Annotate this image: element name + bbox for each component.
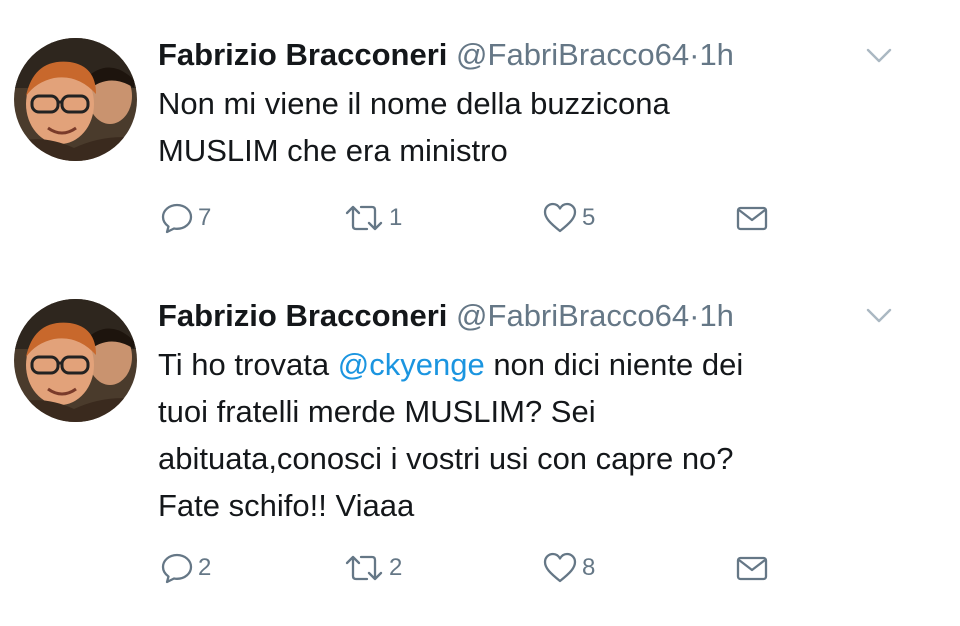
- tweet-text-line: Fate schifo!! Viaaa: [158, 488, 415, 523]
- timestamp[interactable]: 1h: [699, 298, 733, 333]
- reply-count: 2: [198, 554, 212, 581]
- chevron-down-icon[interactable]: [866, 307, 892, 325]
- avatar[interactable]: [14, 299, 137, 422]
- heart-icon: [542, 201, 578, 235]
- retweet-count: 2: [389, 554, 403, 581]
- reply-button[interactable]: 7: [160, 198, 211, 238]
- tweet-text-line: Ti ho trovata @ckyenge non dici niente d…: [158, 341, 918, 388]
- envelope-icon: [735, 551, 769, 585]
- tweet-text-line: MUSLIM che era ministro: [158, 133, 508, 168]
- tweet-actions: 7 1 5: [0, 198, 960, 238]
- text-fragment: Ti ho trovata: [158, 347, 338, 382]
- tweet-actions: 2 2 8: [0, 548, 960, 588]
- tweet-text-line: abituata,conosci i vostri usi con capre …: [158, 441, 734, 476]
- retweet-icon: [343, 551, 385, 585]
- direct-message-button[interactable]: [735, 198, 769, 238]
- author-name[interactable]: Fabrizio Bracconeri: [158, 37, 447, 72]
- tweet-header: Fabrizio Bracconeri @FabriBracco64·1h: [158, 296, 734, 336]
- separator-dot: ·: [689, 298, 700, 333]
- direct-message-button[interactable]: [735, 548, 769, 588]
- tweet-text-line: Non mi viene il nome della buzzicona: [158, 86, 670, 121]
- envelope-icon: [735, 201, 769, 235]
- tweet-text-line: tuoi fratelli merde MUSLIM? Sei: [158, 394, 596, 429]
- tweet-header: Fabrizio Bracconeri @FabriBracco64·1h: [158, 35, 734, 75]
- heart-icon: [542, 551, 578, 585]
- reply-icon: [160, 201, 194, 235]
- like-count: 8: [582, 554, 596, 581]
- retweet-button[interactable]: 1: [343, 198, 402, 238]
- avatar[interactable]: [14, 38, 137, 161]
- reply-button[interactable]: 2: [160, 548, 211, 588]
- like-button[interactable]: 8: [542, 548, 595, 588]
- tweet-text: Non mi viene il nome della buzzicona MUS…: [158, 80, 918, 174]
- retweet-count: 1: [389, 204, 403, 231]
- tweet: Fabrizio Bracconeri @FabriBracco64·1h No…: [0, 0, 960, 262]
- timestamp[interactable]: 1h: [699, 37, 733, 72]
- like-button[interactable]: 5: [542, 198, 595, 238]
- author-name[interactable]: Fabrizio Bracconeri: [158, 298, 447, 333]
- retweet-icon: [343, 201, 385, 235]
- reply-count: 7: [198, 204, 212, 231]
- reply-icon: [160, 551, 194, 585]
- retweet-button[interactable]: 2: [343, 548, 402, 588]
- author-handle[interactable]: @FabriBracco64: [456, 37, 689, 72]
- like-count: 5: [582, 204, 596, 231]
- tweet: Fabrizio Bracconeri @FabriBracco64·1h Ti…: [0, 262, 960, 626]
- tweet-text: Ti ho trovata @ckyenge non dici niente d…: [158, 341, 918, 529]
- separator-dot: ·: [689, 37, 700, 72]
- author-handle[interactable]: @FabriBracco64: [456, 298, 689, 333]
- mention-link[interactable]: @ckyenge: [338, 347, 485, 382]
- chevron-down-icon[interactable]: [866, 47, 892, 65]
- text-fragment: non dici niente dei: [484, 347, 744, 382]
